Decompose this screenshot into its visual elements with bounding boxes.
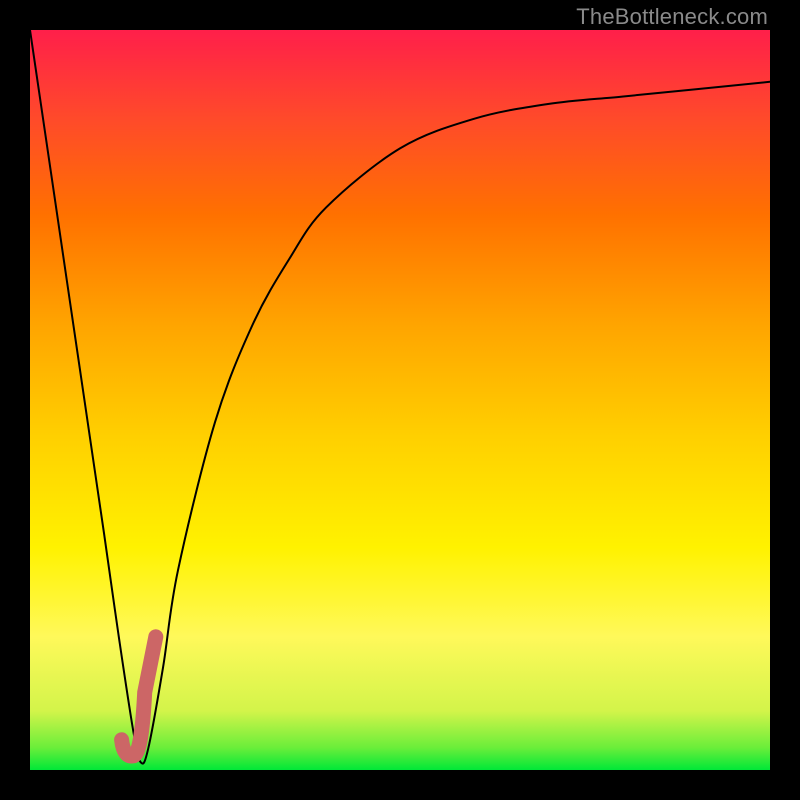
bottleneck-curve [30,30,770,764]
chart-frame: TheBottleneck.com [0,0,800,800]
chart-svg [30,30,770,770]
watermark-text: TheBottleneck.com [576,4,768,30]
chart-plot-area [30,30,770,770]
